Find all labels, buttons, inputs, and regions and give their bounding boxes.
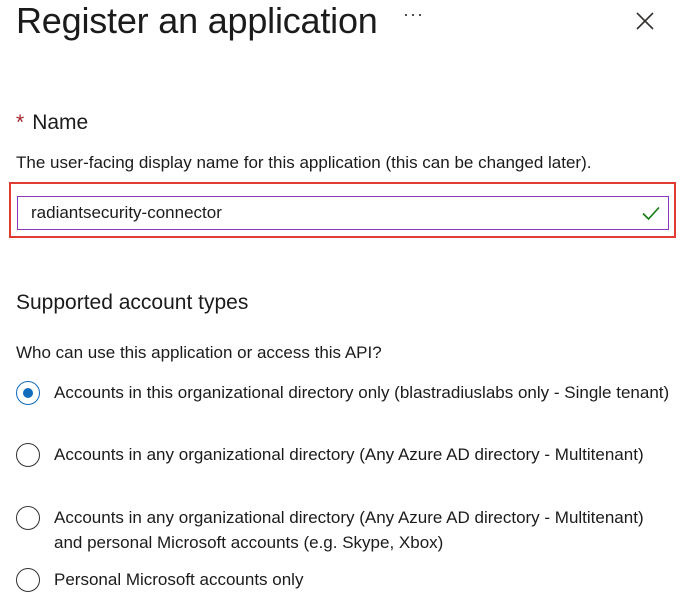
required-marker: * — [16, 111, 25, 134]
checkmark-icon — [642, 206, 660, 221]
radio-label: Personal Microsoft accounts only — [54, 570, 304, 589]
radio-option-personal-only[interactable]: Personal Microsoft accounts only — [16, 568, 676, 592]
radio-label: Accounts in this organizational director… — [54, 383, 670, 402]
close-icon[interactable] — [634, 10, 656, 32]
name-field-label: * Name — [16, 110, 88, 136]
radio-option-multitenant[interactable]: Accounts in any organizational directory… — [16, 443, 676, 467]
account-types-question: Who can use this application or access t… — [16, 343, 382, 362]
radio-label: Accounts in any organizational directory… — [54, 508, 644, 552]
radio-button[interactable] — [16, 443, 40, 467]
register-app-panel: Register an application ··· * Name The us… — [0, 0, 688, 604]
radio-button-selected[interactable] — [16, 381, 40, 405]
radio-option-single-tenant[interactable]: Accounts in this organizational director… — [16, 381, 676, 405]
name-label-text: Name — [32, 111, 89, 134]
account-types-title: Supported account types — [16, 291, 249, 314]
more-icon[interactable]: ··· — [403, 4, 424, 25]
name-input[interactable] — [17, 196, 669, 230]
name-field-description: The user-facing display name for this ap… — [16, 153, 592, 172]
radio-button[interactable] — [16, 506, 40, 530]
radio-label: Accounts in any organizational directory… — [54, 445, 644, 464]
radio-button[interactable] — [16, 568, 40, 592]
radio-option-multitenant-personal[interactable]: Accounts in any organizational directory… — [16, 506, 676, 555]
page-title: Register an application — [16, 0, 378, 41]
